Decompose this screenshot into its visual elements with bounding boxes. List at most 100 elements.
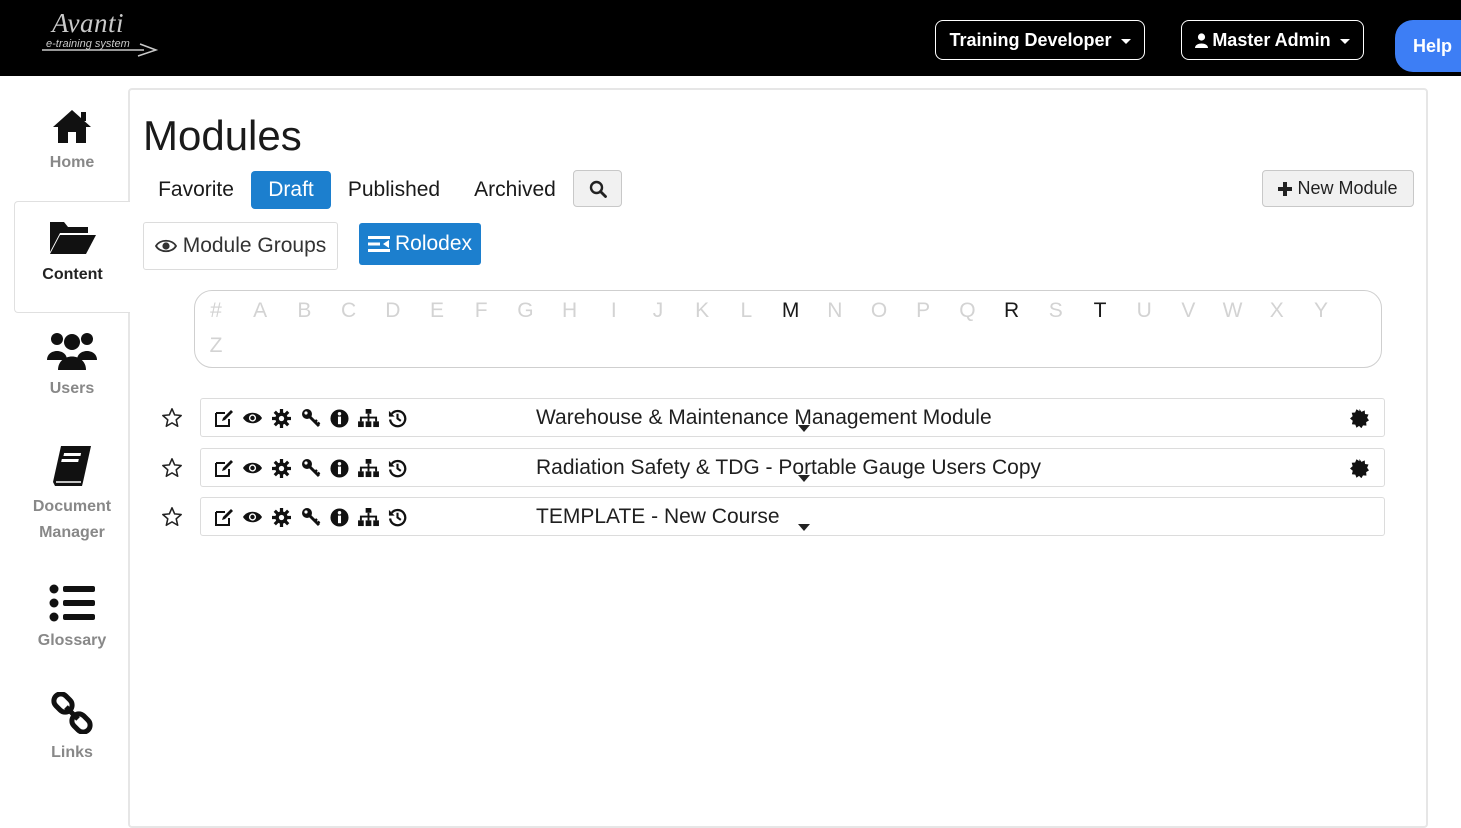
eye-icon[interactable]: [242, 507, 263, 527]
eye-icon[interactable]: [242, 458, 263, 478]
edit-icon[interactable]: [213, 507, 234, 527]
alphabet-letter-s: S: [1048, 299, 1063, 322]
list-icon: [49, 584, 95, 622]
history-icon[interactable]: [387, 458, 408, 478]
sidebar-item-links[interactable]: Links: [14, 692, 130, 766]
module-title[interactable]: Radiation Safety & TDG - Portable Gauge …: [536, 456, 1041, 480]
alphabet-letter-h: H: [562, 299, 578, 322]
tab-archived[interactable]: Archived: [463, 171, 567, 209]
link-icon: [51, 692, 93, 734]
search-icon: [589, 180, 607, 198]
module-row-actions: [213, 507, 408, 527]
page-title: Modules: [143, 112, 302, 159]
certificate-badge-icon: [1350, 409, 1369, 433]
user-label: Master Admin: [1212, 29, 1331, 50]
favorite-star-icon[interactable]: [161, 407, 183, 429]
alphabet-letter-y: Y: [1313, 299, 1328, 322]
folder-open-icon: [49, 222, 96, 254]
alphabet-letter-n: N: [827, 299, 843, 322]
logo-tagline: e-training system: [46, 38, 130, 50]
info-icon[interactable]: [329, 507, 350, 527]
key-icon[interactable]: [300, 507, 321, 527]
search-button[interactable]: [573, 170, 622, 207]
module-title[interactable]: Warehouse & Maintenance Management Modul…: [536, 406, 992, 430]
user-dropdown-button[interactable]: Master Admin: [1181, 20, 1364, 60]
tab-draft[interactable]: Draft: [251, 171, 331, 209]
module-row-actions: [213, 408, 408, 428]
sidebar-item-label: Links: [51, 744, 93, 761]
sidebar-item-home[interactable]: Home: [14, 108, 130, 176]
favorite-star-icon[interactable]: [161, 506, 183, 528]
gear-icon[interactable]: [271, 458, 292, 478]
alphabet-letter-j: J: [652, 299, 664, 322]
caret-down-icon[interactable]: [798, 425, 810, 432]
sidebar-item-glossary[interactable]: Glossary: [14, 584, 130, 654]
edit-icon[interactable]: [213, 408, 234, 428]
home-icon: [53, 110, 91, 143]
edit-icon[interactable]: [213, 458, 234, 478]
alphabet-letter-u: U: [1136, 299, 1152, 322]
tab-published[interactable]: Published: [339, 171, 449, 209]
alphabet-letter-k: K: [695, 299, 710, 322]
rolodex-button[interactable]: Rolodex: [359, 223, 481, 265]
favorite-star-icon[interactable]: [161, 457, 183, 479]
module-row-actions: [213, 458, 408, 478]
sitemap-icon[interactable]: [358, 408, 379, 428]
user-icon: [1195, 32, 1209, 48]
module-groups-button[interactable]: Module Groups: [143, 222, 338, 270]
module-row: Radiation Safety & TDG - Portable Gauge …: [200, 448, 1385, 487]
alphabet-letter-z: Z: [209, 334, 223, 357]
alphabet-letter-b: B: [297, 299, 312, 322]
info-icon[interactable]: [329, 458, 350, 478]
alphabet-letter-m[interactable]: M: [781, 299, 801, 323]
module-row: Warehouse & Maintenance Management Modul…: [200, 398, 1385, 437]
history-icon[interactable]: [387, 507, 408, 527]
alphabet-letter-a: A: [253, 299, 268, 322]
key-icon[interactable]: [300, 408, 321, 428]
users-icon: [47, 333, 97, 370]
book-icon: [53, 446, 91, 486]
key-icon[interactable]: [300, 458, 321, 478]
caret-down-icon[interactable]: [798, 475, 810, 482]
alphabet-letter-e: E: [429, 299, 444, 322]
rolodex-icon: [367, 236, 390, 252]
help-button[interactable]: Help: [1395, 20, 1461, 72]
caret-down-icon[interactable]: [798, 524, 810, 531]
sidebar: Home Content Users Document Manager Glos…: [0, 76, 130, 809]
alphabet-letter-v: V: [1181, 299, 1196, 322]
sidebar-item-label: Document Manager: [32, 498, 112, 541]
certificate-badge-icon: [1350, 459, 1369, 483]
gear-icon[interactable]: [271, 507, 292, 527]
alphabet-letter-o: O: [870, 299, 888, 322]
rolodex-label: Rolodex: [394, 232, 473, 255]
sidebar-item-users[interactable]: Users: [14, 330, 130, 402]
top-bar: Avanti e-training system Training Develo…: [0, 0, 1461, 76]
alphabet-letter-r[interactable]: R: [1002, 299, 1022, 323]
alphabet-letter-hash: #: [210, 299, 222, 322]
sidebar-item-label: Content: [42, 266, 103, 283]
sidebar-item-content[interactable]: Content: [14, 201, 130, 313]
alphabet-letter-w: W: [1222, 299, 1243, 322]
role-label: Training Developer: [949, 29, 1112, 50]
caret-down-icon: [1339, 38, 1350, 44]
info-icon[interactable]: [329, 408, 350, 428]
alphabet-letter-f: F: [474, 299, 488, 322]
sidebar-item-label: Home: [49, 154, 95, 171]
sidebar-item-document-manager[interactable]: Document Manager: [14, 444, 130, 546]
avanti-logo[interactable]: Avanti e-training system: [40, 8, 160, 57]
role-dropdown-button[interactable]: Training Developer: [935, 20, 1145, 60]
new-module-label: New Module: [1297, 178, 1398, 198]
new-module-button[interactable]: New Module: [1262, 170, 1414, 207]
sitemap-icon[interactable]: [358, 458, 379, 478]
sitemap-icon[interactable]: [358, 507, 379, 527]
tab-favorite[interactable]: Favorite: [148, 171, 244, 209]
plus-icon: [1278, 181, 1293, 196]
alphabet-letter-t[interactable]: T: [1090, 299, 1110, 323]
alphabet-letter-d: D: [385, 299, 401, 322]
sidebar-item-label: Users: [49, 380, 95, 397]
module-title[interactable]: TEMPLATE - New Course: [536, 505, 780, 529]
alphabet-letter-q: Q: [959, 299, 976, 322]
gear-icon[interactable]: [271, 408, 292, 428]
history-icon[interactable]: [387, 408, 408, 428]
eye-icon[interactable]: [242, 408, 263, 428]
